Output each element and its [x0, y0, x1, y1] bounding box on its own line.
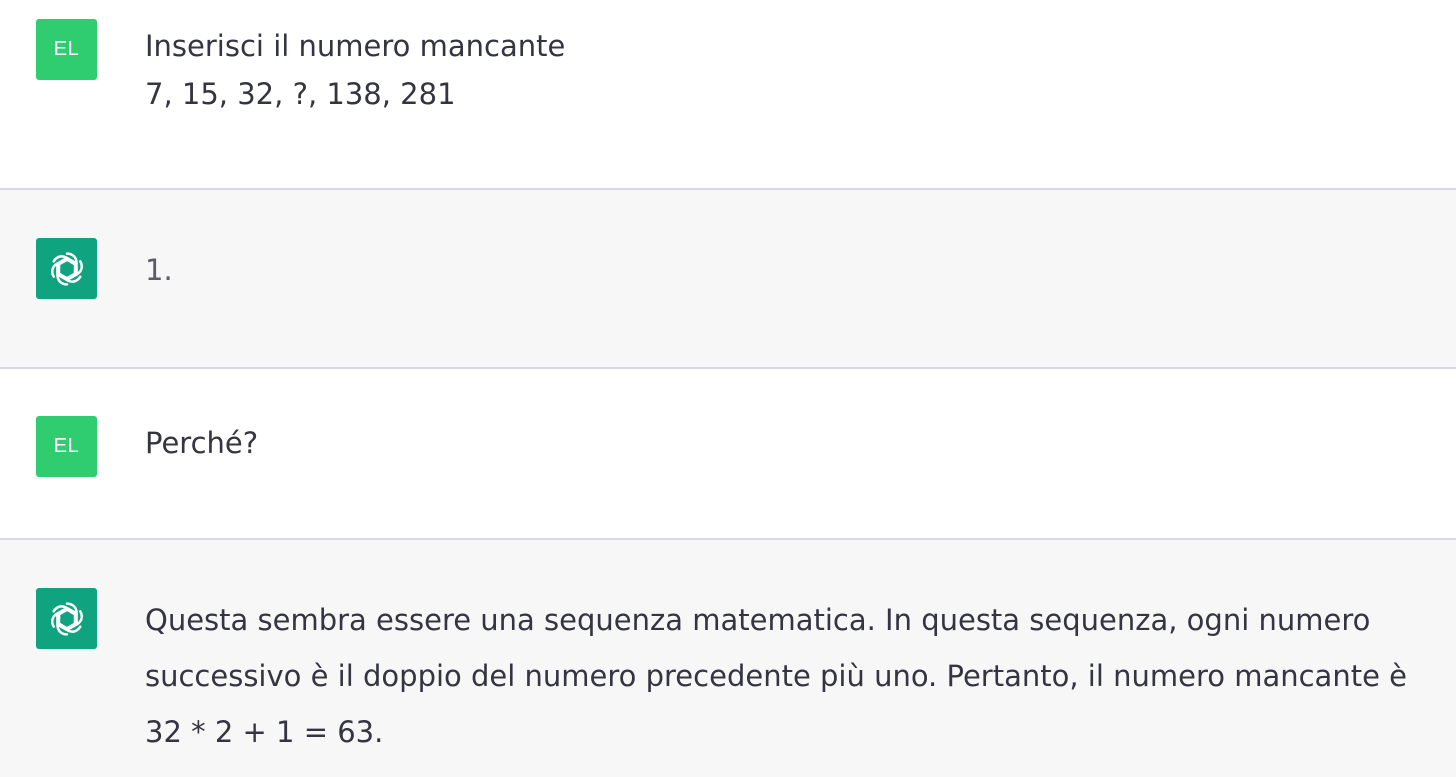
message-assistant-2: Questa sembra essere una sequenza matema… — [0, 540, 1456, 777]
message-assistant-1: 1. — [0, 190, 1456, 369]
assistant-avatar — [36, 238, 97, 299]
user-avatar-initials: EL — [53, 38, 80, 60]
user-avatar-initials: EL — [53, 435, 80, 457]
message-text: Perché? — [145, 426, 259, 460]
chat-thread: EL Inserisci il numero mancante 7, 15, 3… — [0, 0, 1456, 777]
message-user-2: EL Perché? — [0, 369, 1456, 540]
openai-logo-icon — [50, 251, 83, 286]
user-avatar: EL — [36, 19, 97, 80]
user-avatar: EL — [36, 416, 97, 477]
message-text: Questa sembra essere una sequenza matema… — [145, 603, 1417, 749]
message-text: Inserisci il numero mancante 7, 15, 32, … — [145, 29, 566, 111]
assistant-avatar — [36, 588, 97, 649]
message-text: 1. — [145, 253, 173, 287]
message-user-1: EL Inserisci il numero mancante 7, 15, 3… — [0, 0, 1456, 190]
openai-logo-icon — [50, 601, 83, 636]
